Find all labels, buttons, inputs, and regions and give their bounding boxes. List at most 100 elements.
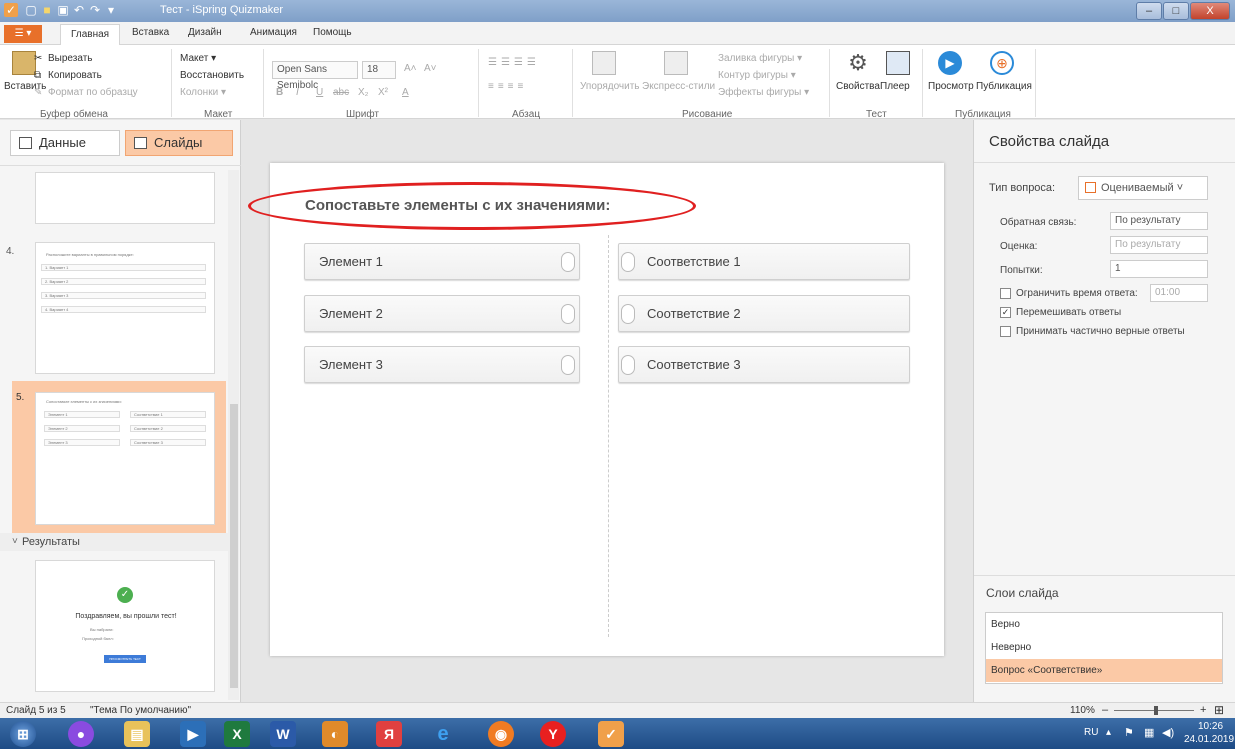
format-painter-button[interactable]: Формат по образцу — [48, 87, 138, 98]
tray-expand-icon[interactable]: ▴ — [1106, 727, 1111, 738]
layer-question[interactable]: Вопрос «Соответствие» — [986, 659, 1222, 682]
layer-incorrect[interactable]: Неверно — [986, 636, 1222, 659]
undo-icon[interactable]: ↶ — [72, 3, 86, 17]
match-element-3[interactable]: Элемент 3 — [304, 346, 580, 383]
preview-icon[interactable]: ▶ — [938, 51, 962, 75]
close-button[interactable]: X — [1190, 2, 1230, 20]
publish-button[interactable]: Публикация — [976, 81, 1032, 92]
yandex-icon[interactable]: Я — [376, 721, 402, 747]
match-answer-3[interactable]: Соответствие 3 — [618, 346, 910, 383]
italic-button[interactable]: I — [296, 87, 299, 98]
browser-icon[interactable]: ◐ — [322, 721, 348, 747]
restore-button[interactable]: Восстановить — [180, 70, 244, 81]
match-answer-1[interactable]: Соответствие 1 — [618, 243, 910, 280]
media-player-icon[interactable]: ▶ — [180, 721, 206, 747]
clock-date[interactable]: 24.01.2019 — [1184, 734, 1234, 745]
shape-fill-button[interactable]: Заливка фигуры ▾ — [718, 53, 802, 64]
results-thumbnail[interactable]: ✓ Поздравляем, вы прошли тест! Вы набрал… — [35, 560, 215, 692]
volume-icon[interactable]: ◀) — [1162, 726, 1174, 739]
zoom-out-button[interactable]: – — [1102, 704, 1108, 716]
explorer-icon[interactable]: ▤ — [124, 721, 150, 747]
publish-icon[interactable]: ⊕ — [990, 51, 1014, 75]
clock-time[interactable]: 10:26 — [1198, 721, 1223, 732]
limit-time-checkbox[interactable] — [1000, 288, 1011, 299]
slide-thumbnail-5[interactable]: Сопоставьте элементы с их значениями: Эл… — [35, 392, 215, 525]
layer-correct[interactable]: Верно — [986, 613, 1222, 636]
zoom-slider-handle[interactable] — [1154, 706, 1158, 715]
bold-button[interactable]: B — [276, 87, 283, 98]
font-size-select[interactable]: 18 — [362, 61, 396, 79]
preview-button[interactable]: Просмотр — [928, 81, 974, 92]
list-icons[interactable]: ☰☰☰☰ — [488, 57, 540, 68]
match-element-1[interactable]: Элемент 1 — [304, 243, 580, 280]
firefox-icon[interactable]: ◉ — [488, 721, 514, 747]
font-color-button[interactable]: A — [402, 87, 409, 98]
paste-icon[interactable] — [12, 51, 36, 75]
tab-insert[interactable]: Вставка — [132, 27, 169, 38]
alice-icon[interactable]: ● — [68, 721, 94, 747]
copy-icon[interactable]: ⧉ — [34, 70, 41, 81]
layout-button[interactable]: Макет ▾ — [180, 53, 216, 64]
results-section-header[interactable]: ˅ Результаты — [0, 533, 228, 551]
scrollbar-thumb[interactable] — [230, 404, 238, 688]
underline-button[interactable]: U — [316, 87, 323, 98]
grow-font-button[interactable]: A˄ — [404, 63, 417, 74]
properties-button[interactable]: Свойства — [836, 81, 880, 92]
redo-icon[interactable]: ↷ — [88, 3, 102, 17]
time-limit-input[interactable]: 01:00 — [1150, 284, 1208, 302]
fit-window-icon[interactable]: ⊞ — [1214, 703, 1224, 717]
font-family-select[interactable]: Open Sans Semibolc — [272, 61, 358, 91]
attempts-select[interactable]: 1 — [1110, 260, 1208, 278]
shape-effects-button[interactable]: Эффекты фигуры ▾ — [718, 87, 809, 98]
minimize-button[interactable]: – — [1136, 2, 1162, 20]
ie-icon[interactable]: e — [430, 721, 456, 747]
subscript-button[interactable]: X₂ — [358, 87, 369, 98]
save-icon[interactable]: ▣ — [56, 3, 70, 17]
open-folder-icon[interactable]: ■ — [40, 3, 54, 17]
quick-styles-button[interactable]: Экспресс-стили — [642, 81, 715, 92]
new-icon[interactable]: ▢ — [24, 3, 38, 17]
gear-icon[interactable]: ⚙ — [846, 51, 870, 75]
network-icon[interactable]: ▦ — [1144, 726, 1154, 739]
strike-button[interactable]: abc — [333, 87, 349, 98]
word-icon[interactable]: W — [270, 721, 296, 747]
match-element-2[interactable]: Элемент 2 — [304, 295, 580, 332]
file-menu-button[interactable]: ☰ ▾ — [4, 25, 42, 43]
shuffle-checkbox[interactable]: ✓ — [1000, 307, 1011, 318]
columns-button[interactable]: Колонки ▾ — [180, 87, 226, 98]
shape-outline-button[interactable]: Контур фигуры ▾ — [718, 70, 796, 81]
flag-icon[interactable]: ⚑ — [1124, 726, 1134, 739]
quizmaker-icon[interactable]: ✓ — [598, 721, 624, 747]
slide-thumbnail-3[interactable] — [35, 172, 215, 224]
customize-icon[interactable]: ▾ — [104, 3, 118, 17]
tab-home[interactable]: Главная — [60, 24, 121, 45]
language-indicator[interactable]: RU — [1084, 727, 1098, 738]
partial-credit-checkbox[interactable] — [1000, 326, 1011, 337]
feedback-select[interactable]: По результату — [1110, 212, 1208, 230]
align-icons[interactable]: ≡≡≡≡ — [488, 81, 527, 92]
question-type-select[interactable]: Оцениваемый ˅ — [1078, 176, 1208, 200]
arrange-button[interactable]: Упорядочить — [580, 81, 640, 92]
slide-thumbnail-4[interactable]: Расположите варианты в правильном порядк… — [35, 242, 215, 374]
cut-icon[interactable]: ✂ — [34, 53, 42, 64]
score-select[interactable]: По результату — [1110, 236, 1208, 254]
tab-design[interactable]: Дизайн — [188, 27, 222, 38]
tab-animation[interactable]: Анимация — [250, 27, 297, 38]
shrink-font-button[interactable]: A˅ — [424, 63, 437, 74]
zoom-in-button[interactable]: + — [1200, 704, 1206, 716]
maximize-button[interactable]: □ — [1163, 2, 1189, 20]
quick-styles-icon[interactable] — [664, 51, 688, 75]
tab-data[interactable]: Данные — [10, 130, 120, 156]
superscript-button[interactable]: X² — [378, 87, 388, 98]
copy-button[interactable]: Копировать — [48, 70, 102, 81]
excel-icon[interactable]: X — [224, 721, 250, 747]
start-button[interactable]: ⊞ — [10, 721, 36, 747]
arrange-icon[interactable] — [592, 51, 616, 75]
tab-help[interactable]: Помощь — [313, 27, 352, 38]
match-answer-2[interactable]: Соответствие 2 — [618, 295, 910, 332]
yandex-browser-icon[interactable]: Y — [540, 721, 566, 747]
player-button[interactable]: Плеер — [880, 81, 910, 92]
player-icon[interactable] — [886, 51, 910, 75]
format-painter-icon[interactable]: ✎ — [34, 87, 42, 98]
cut-button[interactable]: Вырезать — [48, 53, 92, 64]
